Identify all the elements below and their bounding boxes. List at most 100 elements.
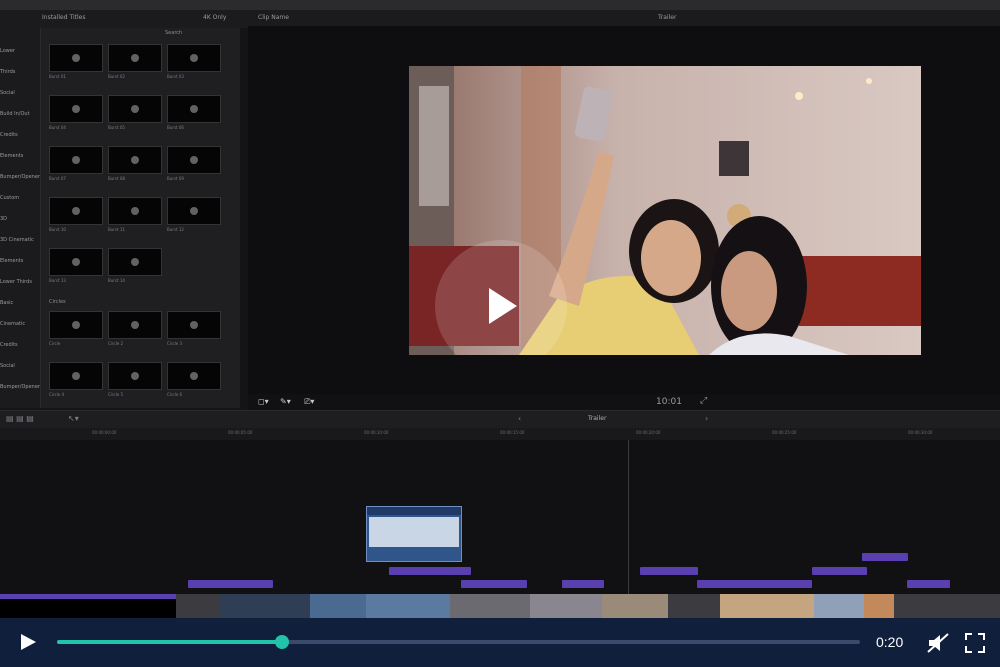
sidebar-item[interactable]: Custom [0,195,19,201]
select-tool-icon[interactable]: ↖▾ [68,414,79,423]
title-thumbnail[interactable] [167,95,221,123]
section-heading: Circles [49,299,66,305]
viewer-header: Clip Name Trailer [248,10,1000,26]
title-thumbnail[interactable] [49,197,103,225]
title-thumbnail[interactable] [167,362,221,390]
play-icon [21,634,36,650]
title-thumbnail[interactable] [108,362,162,390]
storyline-black-clip[interactable] [0,594,176,618]
storyline-clip[interactable] [220,594,311,618]
title-clip[interactable] [188,580,273,588]
play-button[interactable] [18,632,38,652]
sidebar-item[interactable]: Social [0,363,15,369]
storyline-clip[interactable] [366,594,451,618]
crop-tool-icon[interactable]: ✎▾ [280,397,291,406]
title-thumbnail[interactable] [167,197,221,225]
distort-tool-icon[interactable]: ⎚▾ [304,397,314,407]
title-thumbnail[interactable] [49,146,103,174]
viewer-controls: ◻▾ ✎▾ ⎚▾ 10:01 ⤢ [248,394,1000,410]
connected-video-clip[interactable] [366,506,462,562]
storyline-clip[interactable] [720,594,815,618]
title-clip[interactable] [562,580,604,588]
sidebar-item[interactable]: Basic [0,300,13,306]
playhead[interactable] [628,440,629,618]
title-thumbnail[interactable] [167,311,221,339]
thumbnail-label: Burst 08 [108,176,125,181]
storyline-clip[interactable] [814,594,865,618]
title-thumbnail[interactable] [108,311,162,339]
title-clip[interactable] [640,567,698,575]
storyline-clip[interactable] [894,594,1000,618]
thumbnail-label: Burst 10 [49,227,66,232]
sidebar-item[interactable]: 3D Cinematic [0,237,34,243]
thumbnail-label: Burst 07 [49,176,66,181]
title-clip[interactable] [812,567,867,575]
progress-scrubber-handle[interactable] [274,635,289,649]
storyline-clip[interactable] [310,594,367,618]
storyline-clip[interactable] [450,594,531,618]
title-thumbnail[interactable] [167,146,221,174]
play-overlay-button[interactable] [409,66,921,355]
title-thumbnail[interactable] [49,311,103,339]
sidebar-item[interactable]: Cinematic [0,321,25,327]
title-thumbnail[interactable] [108,44,162,72]
title-clip[interactable] [461,580,527,588]
timeline-area[interactable] [0,440,1000,618]
timeline-project-name[interactable]: Trailer [588,415,606,422]
speaker-muted-icon [927,633,949,653]
fullscreen-button[interactable] [964,632,986,654]
title-thumbnail[interactable] [108,95,162,123]
ruler-tick-label: 00:00:30:00 [908,430,933,435]
show-only-4k-toggle[interactable]: 4K Only [203,14,226,21]
title-thumbnail[interactable] [167,44,221,72]
storyline-clip[interactable] [176,594,221,618]
title-thumbnail[interactable] [49,95,103,123]
title-clip[interactable] [907,580,950,588]
sidebar-item[interactable]: Lower Thirds [0,279,32,285]
sidebar-item[interactable]: Build In/Out [0,111,30,117]
search-field[interactable]: Search [165,30,182,36]
thumbnail-label: Burst 01 [49,74,66,79]
fullscreen-viewer-icon[interactable]: ⤢ [700,396,707,406]
history-forward-icon[interactable]: › [705,414,708,423]
sidebar-item[interactable]: Elements [0,258,23,264]
thumbnail-label: Circle 6 [167,392,183,397]
sidebar-item[interactable]: Credits [0,342,18,348]
sidebar-item[interactable]: 3D [0,216,7,222]
mute-button[interactable] [926,632,950,654]
storyline-clip[interactable] [602,594,669,618]
sidebar-item[interactable]: Elements [0,153,23,159]
title-thumbnail[interactable] [49,248,103,276]
sidebar-item[interactable]: Credits [0,132,18,138]
thumbnail-label: Burst 04 [49,125,66,130]
history-back-icon[interactable]: ‹ [518,414,521,423]
title-clip[interactable] [697,580,812,588]
sidebar-item[interactable]: Bumper/Opener [0,384,40,390]
storyline-clip[interactable] [530,594,603,618]
sidebar-item[interactable]: Bumper/Opener [0,174,40,180]
sidebar-item[interactable]: Thirds [0,69,15,75]
transform-tool-icon[interactable]: ◻▾ [258,397,269,406]
sidebar-item[interactable]: Social [0,90,15,96]
thumbnail-label: Circle 4 [49,392,65,397]
clip-appearance-icon[interactable]: ▤ ▤ ▤ [6,414,34,423]
ruler-tick-label: 00:00:20:00 [636,430,661,435]
top-menu-strip [0,0,1000,10]
title-clip[interactable] [862,553,908,561]
video-frame[interactable] [409,66,921,355]
thumbnail-label: Burst 06 [167,125,184,130]
title-thumbnail[interactable] [108,146,162,174]
title-thumbnail[interactable] [108,197,162,225]
title-thumbnail[interactable] [108,248,162,276]
title-clip[interactable] [389,567,471,575]
thumbnail-label: Burst 12 [167,227,184,232]
sidebar-item[interactable]: Lower [0,48,15,54]
ruler-tick-label: 00:00:25:00 [772,430,797,435]
timeline-ruler[interactable]: 00:00:00:00 00:00:05:00 00:00:10:00 00:00:1… [0,428,1000,440]
title-thumbnail[interactable] [49,44,103,72]
browser-title[interactable]: Installed Titles [42,14,85,21]
storyline-clip[interactable] [864,594,895,618]
title-thumbnail[interactable] [49,362,103,390]
storyline-clip[interactable] [668,594,721,618]
browser-sidebar: Lower Thirds Social Build In/Out Credits Elem… [0,28,41,408]
